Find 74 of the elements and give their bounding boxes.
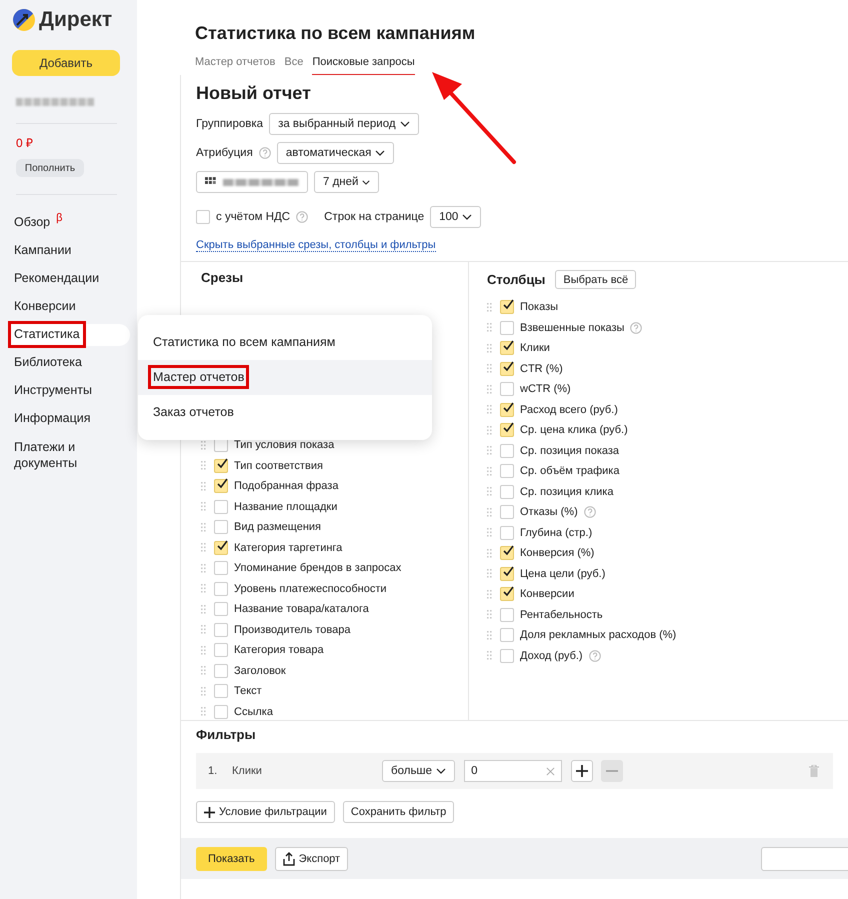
vat-label: с учётом НДС xyxy=(216,211,290,223)
column-label: Клики xyxy=(520,342,550,354)
column-label: Взвешенные показы xyxy=(520,322,624,334)
nav-item[interactable]: Статистика xyxy=(10,324,130,346)
column-label: Ср. позиция клика xyxy=(520,486,614,498)
slice-label: Категория товара xyxy=(234,644,324,656)
attribution-label: Атрибуция xyxy=(196,147,253,159)
show-button[interactable]: Показать xyxy=(196,846,267,870)
filter-number: 1. xyxy=(208,765,218,777)
slice-label: Категория таргетинга xyxy=(234,542,342,554)
nav-item[interactable]: Рекомендации xyxy=(10,268,100,290)
rows-per-page-label: Строк на странице xyxy=(324,211,424,223)
column-label: Ср. объём трафика xyxy=(520,465,620,478)
nav-item[interactable]: Библиотека xyxy=(10,352,86,374)
column-label: Показы xyxy=(520,301,558,314)
column-label: Ср. позиция показа xyxy=(520,444,620,457)
column-label: wCTR (%) xyxy=(520,383,571,396)
export-button[interactable]: Экспорт xyxy=(274,846,348,870)
column-label: Расход всего (руб.) xyxy=(520,404,618,416)
column-label: Глубина (стр.) xyxy=(520,526,592,539)
page-title: Статистика по всем кампаниям xyxy=(195,22,476,44)
slice-label: Текст xyxy=(234,685,262,698)
menu-item[interactable]: Мастер отчетов xyxy=(138,360,432,395)
period-dropdown[interactable]: 7 дней xyxy=(314,171,380,193)
slice-label: Название товара/каталога xyxy=(234,603,369,616)
nav-item[interactable]: Обзор $^{β}$ xyxy=(10,208,66,234)
attribution-dropdown[interactable]: автоматическая xyxy=(276,142,394,164)
tab[interactable]: Мастер отчетов xyxy=(195,56,276,75)
column-label: Отказы (%) xyxy=(520,506,578,518)
nav-item[interactable]: Конверсии xyxy=(10,296,80,318)
columns-heading: Столбцы xyxy=(487,272,546,288)
filters-heading: Фильтры xyxy=(196,727,257,743)
select-all-button[interactable]: Выбрать всё xyxy=(555,270,636,289)
balance: 0 ₽ xyxy=(16,135,34,151)
grouping-dropdown[interactable]: за выбранный период xyxy=(269,113,419,135)
slice-label: Тип условия показа xyxy=(234,439,334,452)
operator-dropdown[interactable]: больше xyxy=(382,760,456,782)
logo-text: Директ xyxy=(39,8,112,32)
column-label: Доля рекламных расходов (%) xyxy=(520,629,676,642)
nav-item[interactable]: Информация xyxy=(10,408,95,430)
slice-label: Заголовок xyxy=(234,664,286,677)
slice-label: Название площадки xyxy=(234,500,338,513)
tab[interactable]: Поисковые запросы xyxy=(312,56,415,75)
grouping-label: Группировка xyxy=(196,118,264,130)
slice-label: Уровень платежеспособности xyxy=(234,582,387,595)
rows-per-page-dropdown[interactable]: 100 xyxy=(430,206,482,228)
slice-label: Упоминание брендов в запросах xyxy=(234,562,402,574)
add-button[interactable]: Добавить xyxy=(12,50,120,76)
nav-item[interactable]: Инструменты xyxy=(10,380,96,402)
tab[interactable]: Все xyxy=(284,56,304,75)
column-label: Цена цели (руб.) xyxy=(520,568,606,580)
report-title: Новый отчет xyxy=(196,82,312,104)
column-label: Ср. цена клика (руб.) xyxy=(520,424,628,436)
slice-label: Тип соответствия xyxy=(234,460,323,472)
top-up-button[interactable]: Пополнить xyxy=(16,159,84,177)
slice-label: Ссылка xyxy=(234,706,273,718)
menu-item[interactable]: Заказ отчетов xyxy=(138,395,432,430)
add-condition-button[interactable]: Условие фильтрации xyxy=(196,801,335,823)
slice-label: Производитель товара xyxy=(234,624,350,636)
nav-item[interactable]: Платежи и документы xyxy=(10,436,100,476)
slice-label: Вид размещения xyxy=(234,521,322,534)
column-label: CTR (%) xyxy=(520,362,563,375)
nav-item[interactable]: Кампании xyxy=(10,240,76,262)
column-label: Доход (руб.) xyxy=(520,650,583,662)
menu-item[interactable]: Статистика по всем кампаниям xyxy=(138,325,432,360)
column-label: Конверсия (%) xyxy=(520,547,594,560)
hide-options-link[interactable]: Скрыть выбранные срезы, столбцы и фильтры xyxy=(196,239,436,252)
column-label: Конверсии xyxy=(520,588,574,600)
save-filter-button[interactable]: Сохранить фильтр xyxy=(342,801,454,823)
filter-value-field[interactable]: 0 xyxy=(464,760,562,782)
slice-label: Подобранная фраза xyxy=(234,480,338,492)
filter-field: Клики xyxy=(232,765,372,777)
column-label: Рентабельность xyxy=(520,608,603,621)
slices-heading: Срезы xyxy=(201,270,244,286)
